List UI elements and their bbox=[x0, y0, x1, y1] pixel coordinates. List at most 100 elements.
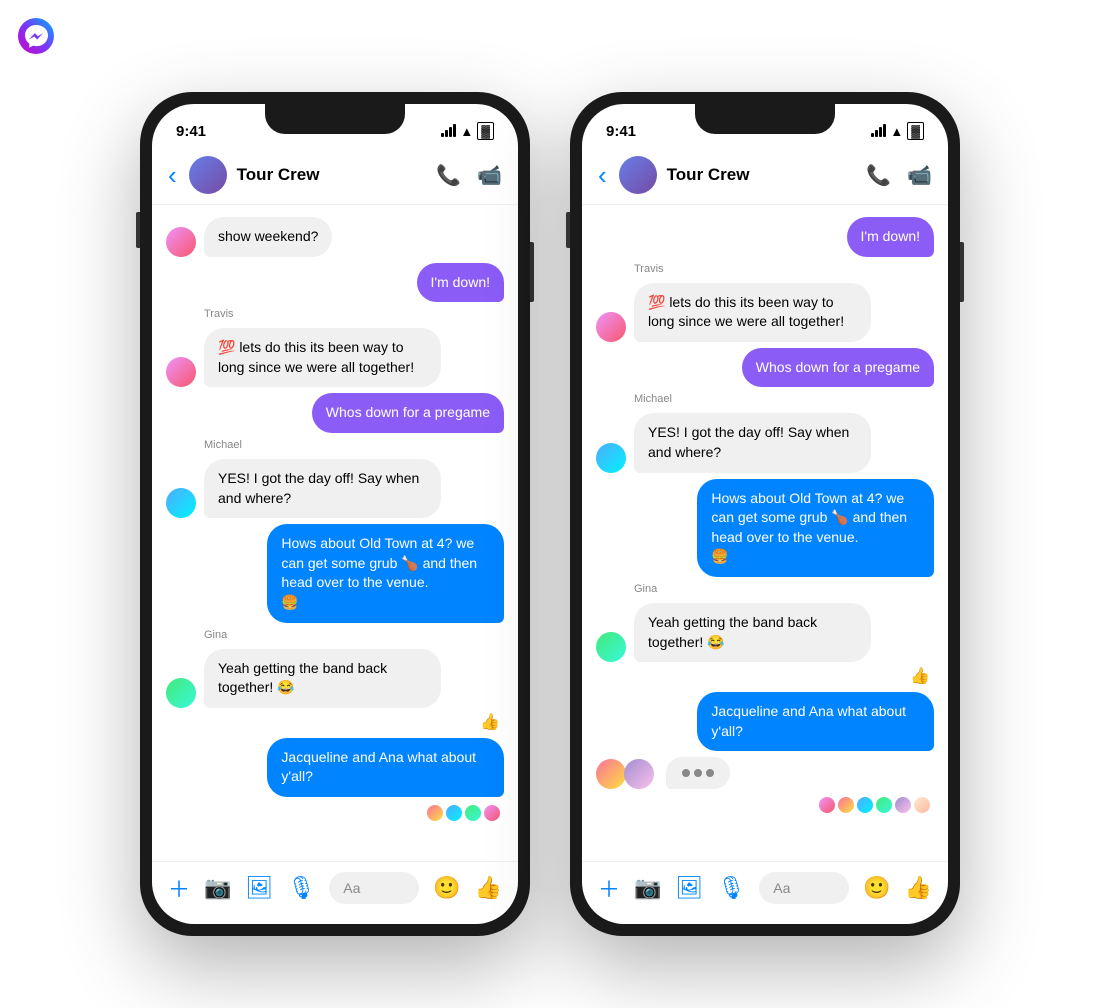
back-button-2[interactable]: ‹ bbox=[598, 160, 607, 191]
phones-container: 9:41 ▲ ▓ ‹ Tour Crew 📞 📹 bbox=[140, 72, 960, 936]
read-receipts bbox=[596, 797, 934, 813]
typing-indicator bbox=[596, 757, 934, 789]
status-time-2: 9:41 bbox=[606, 123, 636, 140]
bubble: Hows about Old Town at 4? we can get som… bbox=[267, 524, 504, 622]
typing-dot bbox=[682, 769, 690, 777]
group-avatar-2 bbox=[619, 156, 657, 194]
reaction: 👍 bbox=[166, 712, 504, 732]
message-row: I'm down! bbox=[596, 217, 934, 257]
message-row: Jacqueline and Ana what about y'all? bbox=[596, 692, 934, 751]
group-avatar-1 bbox=[189, 156, 227, 194]
bubble: Whos down for a pregame bbox=[742, 348, 934, 388]
messages-2: I'm down! Travis 💯 lets do this its been… bbox=[582, 205, 948, 861]
avatar-travis bbox=[166, 357, 196, 387]
bubble: Hows about Old Town at 4? we can get som… bbox=[697, 479, 934, 577]
image-button-2[interactable]: 🖼 bbox=[675, 875, 703, 901]
camera-button-2[interactable]: 📷 bbox=[634, 875, 661, 901]
message-row: Yeah getting the band back together! 😂 bbox=[166, 649, 504, 708]
status-time-1: 9:41 bbox=[176, 123, 206, 140]
bubble: Yeah getting the band back together! 😂 bbox=[204, 649, 441, 708]
avatar-user2 bbox=[624, 759, 654, 789]
wifi-icon-2: ▲ bbox=[890, 124, 903, 139]
message-row: 💯 lets do this its been way to long sinc… bbox=[166, 328, 504, 387]
avatar-michael bbox=[596, 443, 626, 473]
messenger-logo bbox=[18, 18, 54, 54]
read-receipts bbox=[166, 805, 504, 821]
back-button-1[interactable]: ‹ bbox=[168, 160, 177, 191]
add-button-1[interactable]: ＋ bbox=[168, 872, 190, 904]
message-row: Hows about Old Town at 4? we can get som… bbox=[166, 524, 504, 622]
add-button-2[interactable]: ＋ bbox=[598, 872, 620, 904]
bubble: I'm down! bbox=[417, 263, 504, 303]
message-row: Yeah getting the band back together! 😂 bbox=[596, 603, 934, 662]
message-row: Hows about Old Town at 4? we can get som… bbox=[596, 479, 934, 577]
bubble: Whos down for a pregame bbox=[312, 393, 504, 433]
read-receipt-avatar bbox=[484, 805, 500, 821]
avatar-travis bbox=[596, 312, 626, 342]
mic-button-2[interactable]: 🎙 bbox=[717, 875, 745, 901]
camera-button-1[interactable]: 📷 bbox=[204, 875, 231, 901]
signal-icon-2 bbox=[871, 125, 886, 137]
read-receipt-avatar bbox=[465, 805, 481, 821]
video-button-1[interactable]: 📹 bbox=[477, 163, 502, 188]
message-row: Jacqueline and Ana what about y'all? bbox=[166, 738, 504, 797]
messages-1: show weekend? I'm down! Travis 💯 lets do… bbox=[152, 205, 518, 861]
phone-1: 9:41 ▲ ▓ ‹ Tour Crew 📞 📹 bbox=[140, 92, 530, 936]
phone-2: 9:41 ▲ ▓ ‹ Tour Crew 📞 📹 bbox=[570, 92, 960, 936]
sender-name: Michael bbox=[204, 439, 504, 451]
read-receipt-avatar bbox=[857, 797, 873, 813]
bubble: 💯 lets do this its been way to long sinc… bbox=[634, 283, 871, 342]
message-row: 💯 lets do this its been way to long sinc… bbox=[596, 283, 934, 342]
sender-name: Travis bbox=[634, 263, 934, 275]
read-receipt-avatar bbox=[914, 797, 930, 813]
header-actions-1: 📞 📹 bbox=[436, 163, 502, 188]
chat-header-1: ‹ Tour Crew 📞 📹 bbox=[152, 148, 518, 205]
message-row: YES! I got the day off! Say when and whe… bbox=[596, 413, 934, 472]
read-receipt-avatar bbox=[446, 805, 462, 821]
chat-toolbar-2: ＋ 📷 🖼 🎙 Aa 🙂 👍 bbox=[582, 861, 948, 924]
chat-title-2: Tour Crew bbox=[667, 165, 857, 185]
typing-dot bbox=[694, 769, 702, 777]
avatar-gina bbox=[166, 678, 196, 708]
sender-name: Gina bbox=[204, 629, 504, 641]
read-receipt-avatar bbox=[895, 797, 911, 813]
status-icons-1: ▲ ▓ bbox=[441, 122, 494, 140]
typing-dot bbox=[706, 769, 714, 777]
header-actions-2: 📞 📹 bbox=[866, 163, 932, 188]
call-button-2[interactable]: 📞 bbox=[866, 163, 891, 188]
image-button-1[interactable]: 🖼 bbox=[245, 875, 273, 901]
read-receipt-avatar bbox=[427, 805, 443, 821]
typing-bubble bbox=[666, 757, 730, 789]
emoji-button-1[interactable]: 🙂 bbox=[433, 875, 460, 901]
bubble: YES! I got the day off! Say when and whe… bbox=[634, 413, 871, 472]
message-row: YES! I got the day off! Say when and whe… bbox=[166, 459, 504, 518]
avatar-michael bbox=[166, 488, 196, 518]
signal-icon-1 bbox=[441, 125, 456, 137]
avatar-travis bbox=[166, 227, 196, 257]
sender-name: Gina bbox=[634, 583, 934, 595]
bubble: YES! I got the day off! Say when and whe… bbox=[204, 459, 441, 518]
status-icons-2: ▲ ▓ bbox=[871, 122, 924, 140]
video-button-2[interactable]: 📹 bbox=[907, 163, 932, 188]
battery-icon-2: ▓ bbox=[907, 122, 924, 140]
battery-icon-1: ▓ bbox=[477, 122, 494, 140]
text-input-1[interactable]: Aa bbox=[329, 872, 419, 904]
avatar-user1 bbox=[596, 759, 626, 789]
bubble: Jacqueline and Ana what about y'all? bbox=[697, 692, 934, 751]
call-button-1[interactable]: 📞 bbox=[436, 163, 461, 188]
message-row: Whos down for a pregame bbox=[166, 393, 504, 433]
sender-name: Michael bbox=[634, 393, 934, 405]
mic-button-1[interactable]: 🎙 bbox=[287, 875, 315, 901]
sender-name: Travis bbox=[204, 308, 504, 320]
avatar-gina bbox=[596, 632, 626, 662]
bubble: Yeah getting the band back together! 😂 bbox=[634, 603, 871, 662]
emoji-button-2[interactable]: 🙂 bbox=[863, 875, 890, 901]
read-receipt-avatar bbox=[838, 797, 854, 813]
chat-toolbar-1: ＋ 📷 🖼 🎙 Aa 🙂 👍 bbox=[152, 861, 518, 924]
thumb-button-1[interactable]: 👍 bbox=[475, 875, 502, 901]
notch-1 bbox=[265, 104, 405, 134]
thumb-button-2[interactable]: 👍 bbox=[905, 875, 932, 901]
chat-header-2: ‹ Tour Crew 📞 📹 bbox=[582, 148, 948, 205]
text-input-2[interactable]: Aa bbox=[759, 872, 849, 904]
reaction: 👍 bbox=[596, 666, 934, 686]
